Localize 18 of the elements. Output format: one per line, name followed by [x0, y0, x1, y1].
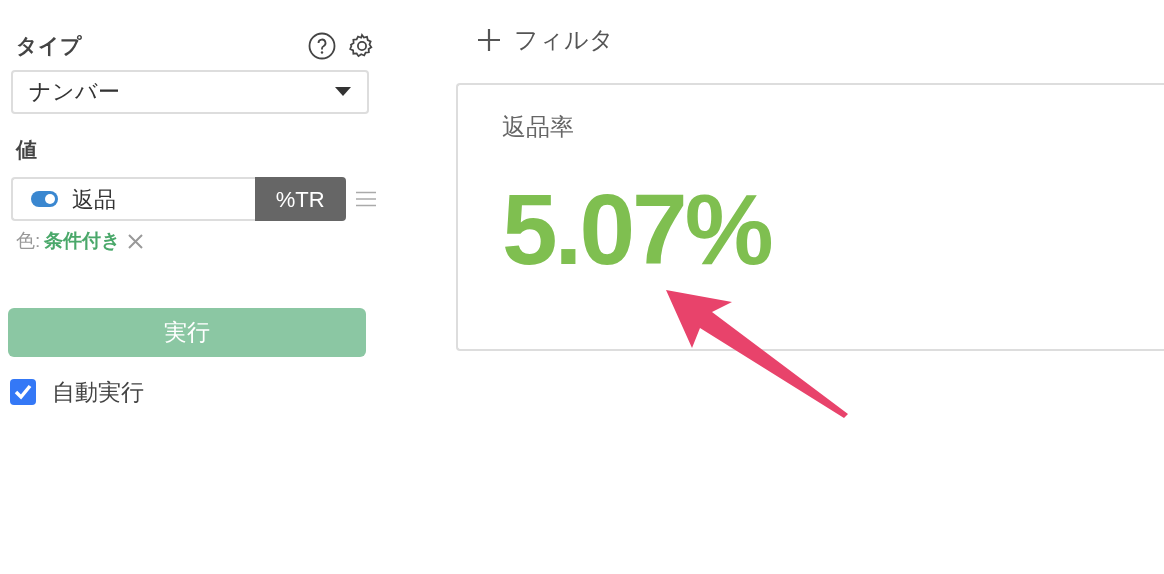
plus-icon	[478, 29, 500, 51]
value-field[interactable]: 返品	[11, 177, 255, 221]
close-icon[interactable]	[128, 233, 144, 249]
help-icon[interactable]	[308, 31, 336, 60]
value-name: 返品	[72, 185, 116, 214]
calc-button[interactable]: %TR	[254, 177, 346, 221]
caret-icon	[335, 87, 351, 96]
toggle-switch[interactable]	[31, 191, 58, 207]
type-select[interactable]: ナンバー	[11, 69, 369, 114]
menu-icon[interactable]	[355, 190, 376, 208]
section-label: タイプ	[16, 33, 82, 59]
checkbox-label: 自動実行	[52, 377, 144, 407]
section-label: 値	[16, 136, 38, 163]
card-title: 返品率	[502, 112, 574, 142]
checkbox[interactable]	[10, 378, 36, 405]
filter-button[interactable]: フィルタ	[478, 22, 614, 58]
metric-value: 5.07%	[502, 179, 771, 279]
color-label: 色:	[16, 229, 41, 253]
